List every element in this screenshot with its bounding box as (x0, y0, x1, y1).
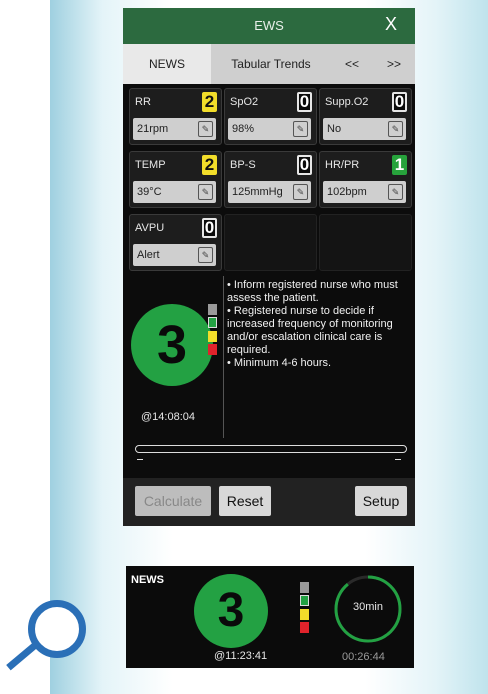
param-value: 39°C (137, 186, 162, 198)
edit-icon[interactable]: ✎ (198, 184, 213, 200)
mini-label: NEWS (131, 574, 164, 586)
close-button[interactable]: X (385, 14, 397, 35)
progress-track (135, 445, 407, 453)
param-name: AVPU (135, 222, 165, 234)
edit-icon[interactable]: ✎ (293, 121, 308, 137)
magnifier-icon (28, 600, 86, 658)
reset-button[interactable]: Reset (219, 486, 271, 516)
param-score: 2 (202, 155, 217, 175)
param-cell-bp-s[interactable]: BP-S 0 125mmHg ✎ (224, 151, 317, 208)
param-value-box[interactable]: 21rpm ✎ (133, 118, 216, 140)
param-cell-rr[interactable]: RR 2 21rpm ✎ (129, 88, 222, 145)
param-cell-hr-pr[interactable]: HR/PR 1 102bpm ✎ (319, 151, 412, 208)
indicator-green (208, 317, 217, 328)
param-value-box[interactable]: 98% ✎ (228, 118, 311, 140)
setup-button[interactable]: Setup (355, 486, 407, 516)
elapsed-time: 00:26:44 (342, 651, 385, 663)
edit-icon[interactable]: ✎ (198, 121, 213, 137)
param-name: HR/PR (325, 159, 360, 171)
timer-label: 30min (353, 601, 383, 613)
param-score: 0 (297, 155, 312, 175)
news-summary-panel: NEWS 3 @11:23:41 30min 00:26:44 (126, 566, 414, 668)
tab-tabular-trends[interactable]: Tabular Trends (211, 44, 331, 84)
tab-prev[interactable]: << (331, 44, 373, 84)
param-score: 2 (202, 92, 217, 112)
mini-indicator-grey (300, 582, 309, 593)
param-value-box[interactable]: Alert ✎ (133, 244, 216, 266)
mini-indicator-yellow (300, 609, 309, 620)
button-bar: Calculate Reset Setup (123, 478, 415, 526)
edit-icon[interactable]: ✎ (388, 184, 403, 200)
indicator-red (208, 344, 217, 355)
param-name: TEMP (135, 159, 166, 171)
mini-indicator-green (300, 595, 309, 606)
score-timestamp: @14:08:04 (141, 411, 195, 423)
guidance-line: • Minimum 4-6 hours. (227, 357, 332, 369)
guidance-line: • Registered nurse to decide if increase… (227, 305, 393, 356)
param-value: 125mmHg (232, 186, 283, 198)
calculate-button[interactable]: Calculate (135, 486, 211, 516)
total-score-circle: 3 (131, 304, 213, 386)
param-name: BP-S (230, 159, 256, 171)
edit-icon[interactable]: ✎ (388, 121, 403, 137)
clinical-guidance: • Inform registered nurse who must asses… (227, 279, 411, 370)
param-value: Alert (137, 249, 160, 261)
param-cell-spo2[interactable]: SpO2 0 98% ✎ (224, 88, 317, 145)
param-cell-supp-o2[interactable]: Supp.O2 0 No ✎ (319, 88, 412, 145)
param-score: 0 (297, 92, 312, 112)
param-score: 1 (392, 155, 407, 175)
edit-icon[interactable]: ✎ (198, 247, 213, 263)
tab-next[interactable]: >> (373, 44, 415, 84)
empty-cell (224, 214, 317, 271)
param-value: 21rpm (137, 123, 169, 135)
mini-score-circle: 3 (194, 574, 268, 648)
param-name: SpO2 (230, 96, 259, 108)
param-score: 0 (392, 92, 407, 112)
param-value: No (327, 123, 342, 135)
param-value-box[interactable]: 125mmHg ✎ (228, 181, 311, 203)
param-name: Supp.O2 (325, 96, 369, 108)
window-title: EWS (254, 18, 284, 33)
tab-bar: NEWS Tabular Trends << >> (123, 44, 415, 84)
progress-right-mark (395, 459, 401, 460)
tab-news[interactable]: NEWS (123, 44, 211, 84)
param-cell-avpu[interactable]: AVPU 0 Alert ✎ (129, 214, 222, 271)
param-value-box[interactable]: No ✎ (323, 118, 406, 140)
param-cell-temp[interactable]: TEMP 2 39°C ✎ (129, 151, 222, 208)
guidance-line: • Inform registered nurse who must asses… (227, 279, 398, 304)
mini-timestamp: @11:23:41 (214, 650, 268, 662)
indicator-yellow (208, 331, 217, 342)
param-value-box[interactable]: 102bpm ✎ (323, 181, 406, 203)
param-score: 0 (202, 218, 217, 238)
ews-device-screen: EWS X NEWS Tabular Trends << >> RR 2 21r… (123, 8, 415, 526)
title-bar: EWS X (123, 8, 415, 44)
indicator-grey (208, 304, 217, 315)
param-value: 102bpm (327, 186, 367, 198)
progress-left-mark (137, 459, 143, 460)
mini-indicator-red (300, 622, 309, 633)
divider (223, 276, 224, 438)
param-value: 98% (232, 123, 255, 135)
empty-cell (319, 214, 412, 271)
edit-icon[interactable]: ✎ (293, 184, 308, 200)
param-value-box[interactable]: 39°C ✎ (133, 181, 216, 203)
param-name: RR (135, 96, 151, 108)
